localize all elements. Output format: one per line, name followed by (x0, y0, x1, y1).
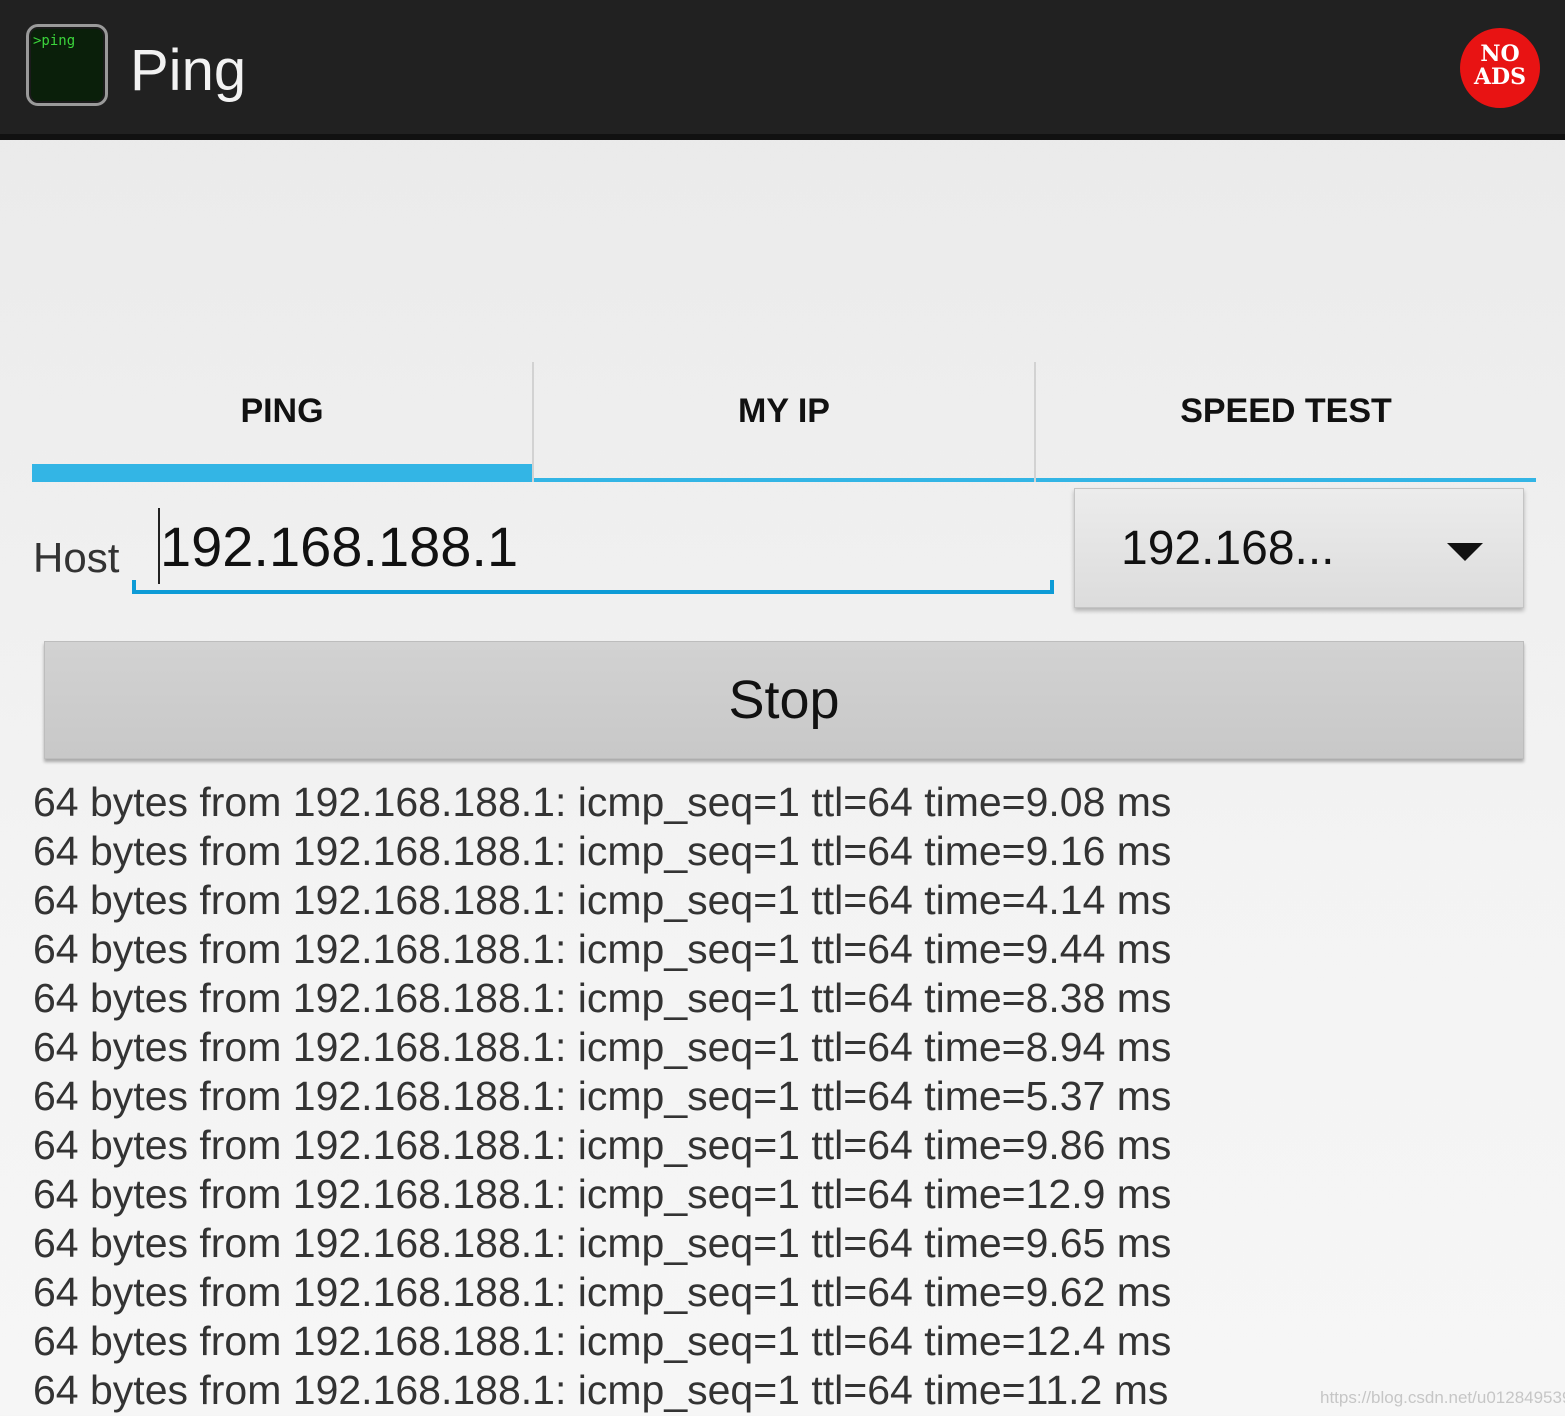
host-history-dropdown[interactable]: 192.168... (1074, 488, 1524, 608)
no-ads-line2: ADS (1473, 64, 1527, 90)
ping-app-icon: >ping (26, 24, 108, 106)
tab-my-ip-label: MY IP (738, 392, 830, 430)
tab-speed-test-indicator (1036, 478, 1536, 482)
log-line: 64 bytes from 192.168.188.1: icmp_seq=1 … (33, 1367, 1169, 1413)
log-line: 64 bytes from 192.168.188.1: icmp_seq=1 … (33, 1269, 1172, 1315)
log-line: 64 bytes from 192.168.188.1: icmp_seq=1 … (33, 877, 1172, 923)
log-line: 64 bytes from 192.168.188.1: icmp_seq=1 … (33, 1171, 1172, 1217)
log-line: 64 bytes from 192.168.188.1: icmp_seq=1 … (33, 975, 1172, 1021)
dropdown-selected-value: 192.168... (1121, 522, 1335, 575)
tab-speed-test-label: SPEED TEST (1180, 392, 1392, 430)
log-line: 64 bytes from 192.168.188.1: icmp_seq=1 … (33, 828, 1172, 874)
app-title: Ping (130, 38, 247, 103)
tab-bar: PING MY IP SPEED TEST (32, 362, 1536, 482)
host-label: Host (33, 534, 120, 581)
host-input-underline-tick (132, 580, 136, 594)
tab-my-ip-indicator (534, 478, 1034, 482)
watermark: https://blog.csdn.net/u012849539 (1320, 1388, 1565, 1407)
tab-ping-indicator (32, 464, 532, 482)
ping-output-log: 64 bytes from 192.168.188.1: icmp_seq=1 … (33, 778, 1533, 1415)
host-input-container (132, 508, 1054, 594)
app-icon-text: >ping (33, 33, 76, 49)
host-input-underline (132, 590, 1054, 594)
tab-speed-test[interactable]: SPEED TEST (1036, 362, 1536, 482)
no-ads-badge[interactable]: NO ADS (1460, 28, 1540, 108)
log-line: 64 bytes from 192.168.188.1: icmp_seq=1 … (33, 1318, 1172, 1364)
dropdown-arrow-icon (1447, 543, 1483, 561)
log-line: 64 bytes from 192.168.188.1: icmp_seq=1 … (33, 1220, 1172, 1266)
log-line: 64 bytes from 192.168.188.1: icmp_seq=1 … (33, 926, 1172, 972)
host-input-underline-tick (1050, 580, 1054, 594)
tab-my-ip[interactable]: MY IP (534, 362, 1034, 482)
log-line: 64 bytes from 192.168.188.1: icmp_seq=1 … (33, 1024, 1172, 1070)
stop-button[interactable]: Stop (44, 641, 1524, 759)
host-input[interactable] (158, 508, 1020, 584)
log-line: 64 bytes from 192.168.188.1: icmp_seq=1 … (33, 779, 1172, 825)
tab-ping-label: PING (240, 392, 324, 430)
log-line: 64 bytes from 192.168.188.1: icmp_seq=1 … (33, 1073, 1172, 1119)
log-line: 64 bytes from 192.168.188.1: icmp_seq=1 … (33, 1122, 1172, 1168)
no-ads-line1: NO (1480, 41, 1520, 67)
action-bar: >ping Ping NO ADS (0, 0, 1565, 140)
tab-ping[interactable]: PING (32, 362, 532, 482)
